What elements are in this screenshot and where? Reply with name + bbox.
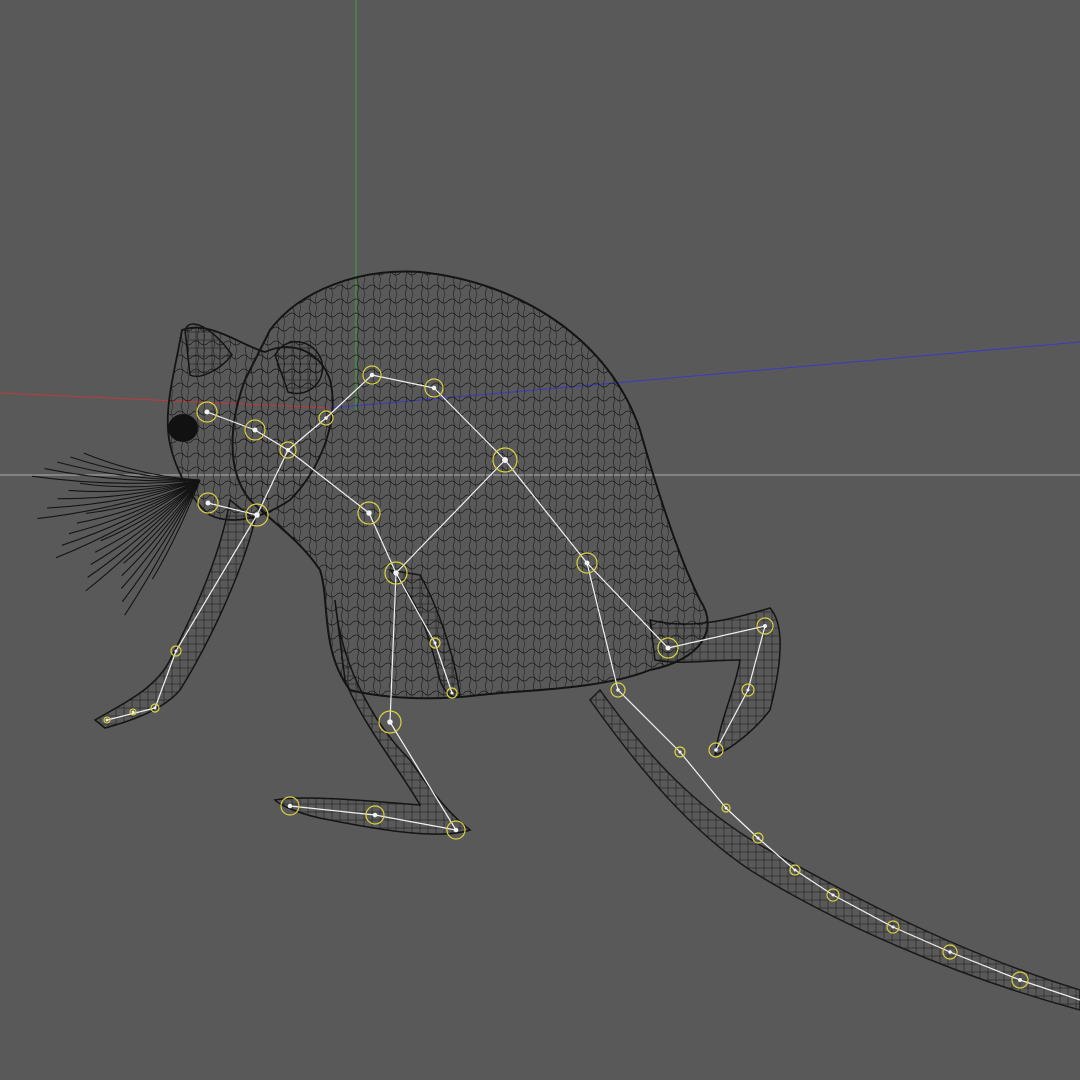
- rat-mesh-wireframe[interactable]: [93, 270, 1080, 1011]
- rig-joint-center: [174, 649, 178, 653]
- nose-mesh: [168, 414, 198, 442]
- rig-joint-center: [252, 427, 258, 433]
- whiskers: [31, 452, 201, 616]
- rig-joint-center: [286, 448, 290, 452]
- rig-joint-center: [105, 718, 109, 722]
- rig-joint-center: [366, 510, 372, 516]
- rig-joint-center: [1018, 978, 1022, 982]
- rig-joint-center: [584, 560, 590, 566]
- rig-joint-center: [153, 706, 157, 710]
- rig-joint-center: [254, 512, 260, 518]
- rig-joint-center: [756, 836, 760, 840]
- tail-mesh: [589, 688, 1080, 1011]
- rig-joint-center: [431, 385, 437, 391]
- rig-joint-center: [393, 570, 399, 576]
- rig-joint-center: [763, 624, 767, 628]
- rig-joint-center: [891, 925, 895, 929]
- front-left-leg-mesh: [93, 498, 256, 729]
- rig-joint-center: [678, 750, 682, 754]
- rig-joint-center: [665, 645, 671, 651]
- rig-joint-center: [324, 416, 328, 420]
- rig-joint-center: [369, 372, 375, 378]
- rig-joint-center: [616, 688, 620, 692]
- rig-joint-center: [502, 457, 508, 463]
- bone-segment[interactable]: [175, 514, 258, 652]
- rig-joint-center: [453, 827, 459, 833]
- rig-joint-center: [205, 500, 211, 506]
- rig-joint-center: [793, 868, 797, 872]
- rig-joint-center: [204, 409, 210, 415]
- rig-joint-center: [724, 806, 728, 810]
- rig-joint-center: [387, 719, 393, 725]
- rig-joint-center: [287, 803, 293, 809]
- rig-joint-center: [948, 950, 952, 954]
- rig-joint-center: [746, 688, 750, 692]
- 3d-viewport[interactable]: [0, 0, 1080, 1080]
- rig-joint-center: [831, 893, 835, 897]
- rig-joint-center: [433, 641, 437, 645]
- rig-joint-center: [450, 691, 454, 695]
- rig-joint-center: [131, 710, 135, 714]
- rig-joint-center: [372, 812, 378, 818]
- viewport-scene[interactable]: [0, 0, 1080, 1080]
- rig-joint-center: [714, 748, 718, 752]
- hind-leg-far-mesh: [649, 607, 781, 757]
